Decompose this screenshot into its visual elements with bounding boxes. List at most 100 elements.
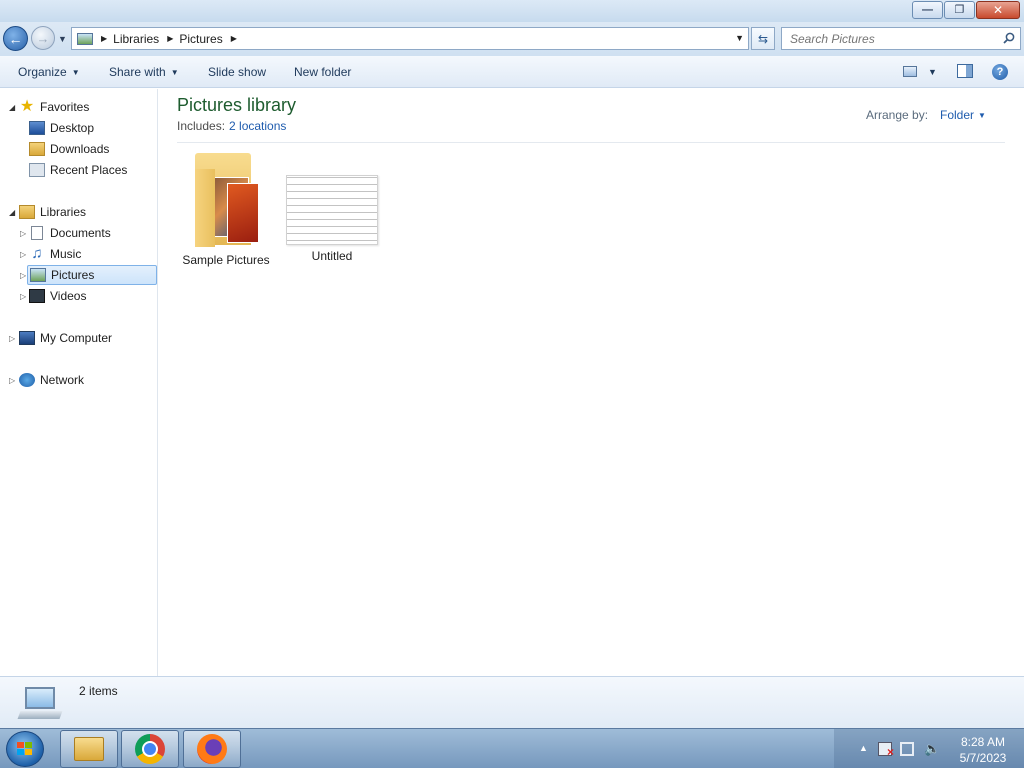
action-center-flag-icon[interactable] [878, 742, 894, 759]
sidebar-item-network[interactable]: Network [19, 370, 84, 390]
refresh-icon: ⇆ [757, 31, 769, 46]
show-hidden-icons-icon[interactable]: ▲ [859, 743, 868, 753]
organize-label: Organize [18, 65, 67, 79]
share-with-button[interactable]: Share with ▼ [109, 65, 179, 79]
chevron-down-icon: ▼ [71, 68, 80, 77]
preview-pane-icon[interactable] [957, 64, 973, 78]
expand-documents-icon[interactable]: ▷ [20, 229, 26, 238]
help-icon[interactable]: ? [992, 64, 1008, 80]
sidebar-item-label: Libraries [40, 205, 87, 219]
star-icon: ★ [19, 98, 35, 115]
expand-pictures-icon[interactable]: ▷ [20, 271, 26, 280]
restore-icon: ❐ [954, 3, 965, 16]
sidebar-item-libraries[interactable]: Libraries [19, 202, 86, 222]
windows-logo-icon [17, 742, 33, 756]
file-item-label: Sample Pictures [182, 253, 270, 267]
system-tray: ▲ 🔈 8:28 AM 5/7/2023 [834, 729, 1024, 768]
taskbar-firefox[interactable] [183, 730, 241, 768]
music-note-icon: ♫ [31, 245, 43, 262]
network-status-icon[interactable] [900, 742, 914, 756]
taskbar-windows-explorer[interactable] [60, 730, 118, 768]
image-thumbnail [286, 175, 378, 245]
sidebar-item-recent-places[interactable]: Recent Places [29, 160, 127, 180]
back-button[interactable]: ← [3, 26, 28, 51]
sidebar-item-videos[interactable]: Videos [29, 286, 86, 306]
expand-network-icon[interactable]: ▷ [9, 376, 15, 385]
library-title: Pictures library [177, 95, 297, 115]
start-button[interactable] [6, 731, 44, 767]
sidebar-item-pictures[interactable]: Pictures [27, 265, 157, 285]
sidebar-item-documents[interactable]: Documents [29, 223, 111, 243]
search-box[interactable] [781, 27, 1021, 50]
address-bar[interactable]: ▶ Libraries ▶ Pictures ▶ ▼ [71, 27, 749, 50]
file-item-untitled[interactable]: Untitled [282, 149, 382, 269]
expand-videos-icon[interactable]: ▷ [20, 292, 26, 301]
taskbar-chrome[interactable] [121, 730, 179, 768]
restore-button[interactable]: ❐ [944, 1, 975, 19]
recent-pages-dropdown[interactable]: ▼ [58, 34, 67, 44]
file-list-pane[interactable]: Pictures library Includes: 2 locations Ar… [159, 89, 1024, 676]
slide-show-button[interactable]: Slide show [208, 65, 266, 79]
sidebar-item-music[interactable]: ♫ Music [29, 244, 81, 264]
firefox-icon [197, 734, 227, 764]
new-folder-button[interactable]: New folder [294, 65, 351, 79]
windows-explorer-icon [74, 737, 104, 761]
forward-arrow-icon: → [36, 30, 50, 46]
sidebar-item-label: Pictures [51, 268, 95, 282]
breadcrumb-libraries[interactable]: Libraries [113, 32, 159, 46]
change-view-icon[interactable] [903, 66, 917, 77]
view-options-dropdown-icon[interactable]: ▼ [928, 67, 937, 77]
collapse-favorites-icon[interactable]: ◢ [9, 103, 15, 112]
folder-with-photos-icon [191, 153, 261, 249]
window-controls: — ❐ ✕ [912, 1, 1020, 19]
organize-button[interactable]: Organize ▼ [18, 65, 80, 79]
command-bar: Organize ▼ Share with ▼ Slide show New fol… [0, 56, 1024, 88]
sidebar-item-downloads[interactable]: Downloads [29, 139, 109, 159]
forward-button[interactable]: → [31, 26, 55, 50]
chevron-down-icon: ▼ [978, 111, 986, 120]
sidebar-item-desktop[interactable]: Desktop [29, 118, 94, 138]
navigation-bar: ← → ▼ ▶ Libraries ▶ Pictures ▶ ▼ ⇆ [0, 22, 1024, 56]
minimize-button[interactable]: — [912, 1, 943, 19]
sidebar-item-label: Downloads [50, 142, 110, 156]
film-strip-icon [29, 289, 45, 303]
breadcrumb-separator-icon[interactable]: ▶ [167, 34, 173, 43]
breadcrumb-pictures[interactable]: Pictures [179, 32, 222, 46]
sidebar-item-label: Desktop [50, 121, 95, 135]
refresh-button[interactable]: ⇆ [751, 27, 775, 50]
navigation-pane: ◢ ★ Favorites Desktop Downloads Recent P… [0, 89, 158, 676]
document-icon [31, 226, 43, 240]
pictures-icon [30, 268, 46, 282]
breadcrumb-separator-icon[interactable]: ▶ [231, 34, 237, 43]
sidebar-item-label: Favorites [40, 100, 90, 114]
close-icon: ✕ [992, 3, 1004, 17]
expand-music-icon[interactable]: ▷ [20, 250, 26, 259]
expand-computer-icon[interactable]: ▷ [9, 334, 15, 343]
sidebar-item-label: Recent Places [50, 163, 128, 177]
address-dropdown-icon[interactable]: ▼ [735, 33, 744, 43]
back-arrow-icon: ← [8, 30, 23, 47]
arrange-by-dropdown[interactable]: Folder ▼ [940, 108, 986, 122]
sidebar-item-favorites[interactable]: ★ Favorites [19, 97, 90, 117]
file-item-label: Untitled [311, 249, 353, 263]
pictures-library-icon [77, 32, 93, 45]
close-button[interactable]: ✕ [976, 1, 1020, 19]
sidebar-item-my-computer[interactable]: My Computer [19, 328, 112, 348]
search-input[interactable] [790, 28, 1000, 49]
search-icon[interactable] [1003, 32, 1015, 44]
locations-link[interactable]: 2 locations [229, 119, 286, 133]
recent-places-icon [29, 163, 45, 177]
details-pane: 2 items [0, 676, 1024, 728]
computer-icon [19, 331, 35, 345]
breadcrumb-separator-icon[interactable]: ▶ [101, 34, 107, 43]
arrange-by-label: Arrange by: [866, 108, 929, 122]
downloads-folder-icon [29, 142, 45, 156]
collapse-libraries-icon[interactable]: ◢ [9, 208, 15, 217]
volume-icon[interactable]: 🔈 [924, 742, 940, 756]
library-includes: Includes: 2 locations [177, 119, 286, 133]
clock[interactable]: 8:28 AM 5/7/2023 [949, 734, 1017, 766]
laptop-icon [17, 687, 63, 721]
sidebar-item-label: Documents [50, 226, 111, 240]
desktop-icon [29, 121, 45, 135]
file-item-sample-pictures[interactable]: Sample Pictures [176, 149, 276, 269]
